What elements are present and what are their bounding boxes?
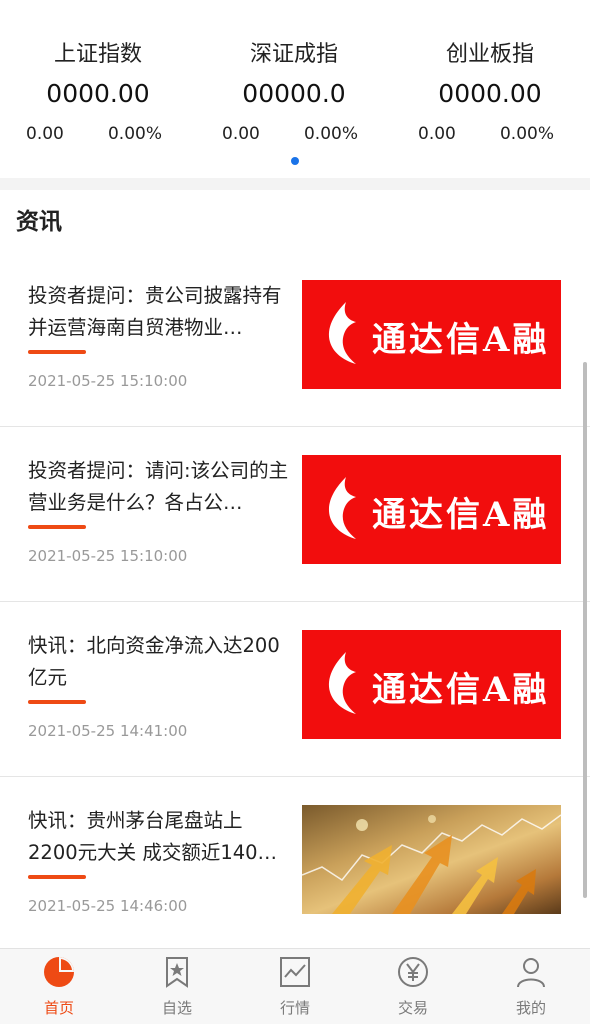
news-headline: 投资者提问：请问:该公司的主营业务是什么？各占公… [28,459,289,514]
page-indicator-dot [291,157,299,165]
news-thumbnail: 通达信A融 [302,280,561,389]
tab-home[interactable]: 首页 [0,955,118,1018]
news-item[interactable]: 快讯：贵州茅台尾盘站上2200元大关 成交额近140… 2021-05-25 1… [0,777,590,952]
index-name: 深证成指 [249,42,338,67]
section-divider [0,178,590,190]
news-headline: 快讯：贵州茅台尾盘站上2200元大关 成交额近140… [28,809,278,864]
rising-arrows-image [302,814,561,914]
accent-bar [28,350,86,354]
index-name: 上证指数 [53,42,142,67]
news-time: 2021-05-25 14:41:00 [28,722,188,740]
accent-bar [28,875,86,879]
tab-label: 行情 [279,999,310,1017]
brand-logo-icon [328,477,356,539]
index-name: 创业板指 [445,42,534,67]
brand-text: 通达信A融 [372,670,550,710]
line-chart-icon [280,957,310,987]
index-shenzhen[interactable]: 深证成指 00000.0 0.00 0.00% [196,38,392,150]
index-change: 0.00 [26,124,64,144]
news-item[interactable]: 快讯：北向资金净流入达200亿元 2021-05-25 14:41:00 通达信… [0,602,590,777]
index-shanghai[interactable]: 上证指数 0000.00 0.00 0.00% [0,38,196,150]
tab-label: 自选 [161,999,192,1017]
tab-watchlist[interactable]: 自选 [118,955,236,1018]
index-percent: 0.00% [303,124,358,144]
brand-logo-icon [328,302,356,364]
news-thumbnail-photo [302,805,561,914]
index-value: 0000.00 [46,79,150,108]
news-headline: 快讯：北向资金净流入达200亿元 [28,634,280,689]
bottom-tab-bar: 首页 自选 行情 交易 我的 [0,948,590,1024]
index-value: 00000.0 [242,79,346,108]
news-thumbnail: 通达信A融 [302,630,561,739]
person-icon [517,958,545,988]
index-percent: 0.00% [499,124,554,144]
index-chinext[interactable]: 创业板指 0000.00 0.00 0.00% [392,38,588,150]
tab-profile[interactable]: 我的 [472,955,590,1018]
news-item[interactable]: 投资者提问：贵公司披露持有并运营海南自贸港物业… 2021-05-25 15:1… [0,252,590,427]
accent-bar [28,700,86,704]
index-percent: 0.00% [107,124,162,144]
news-time: 2021-05-25 14:46:00 [28,897,188,915]
tab-label: 交易 [397,999,428,1017]
news-item[interactable]: 投资者提问：请问:该公司的主营业务是什么？各占公… 2021-05-25 15:… [0,427,590,602]
scrollbar[interactable] [583,362,587,898]
news-headline: 投资者提问：贵公司披露持有并运营海南自贸港物业… [28,284,282,339]
index-ticker-panel[interactable]: 上证指数 0000.00 0.00 0.00% 深证成指 00000.0 0.0… [0,0,590,178]
tab-label: 我的 [515,999,546,1017]
news-time: 2021-05-25 15:10:00 [28,547,188,565]
pie-chart-icon [44,957,74,987]
brand-text: 通达信A融 [372,320,550,360]
tab-label: 首页 [43,999,74,1017]
brand-logo-icon [328,652,356,714]
brand-text: 通达信A融 [372,495,550,535]
index-change: 0.00 [418,124,456,144]
bookmark-star-icon [166,957,188,988]
news-list: 投资者提问：贵公司披露持有并运营海南自贸港物业… 2021-05-25 15:1… [0,252,590,952]
news-thumbnail: 通达信A融 [302,455,561,564]
index-value: 0000.00 [438,79,542,108]
index-change: 0.00 [222,124,260,144]
accent-bar [28,525,86,529]
tab-market[interactable]: 行情 [236,955,354,1018]
yen-circle-icon [398,957,428,987]
tab-trade[interactable]: 交易 [354,955,472,1018]
section-title: 资讯 [16,209,62,235]
news-time: 2021-05-25 15:10:00 [28,372,188,390]
